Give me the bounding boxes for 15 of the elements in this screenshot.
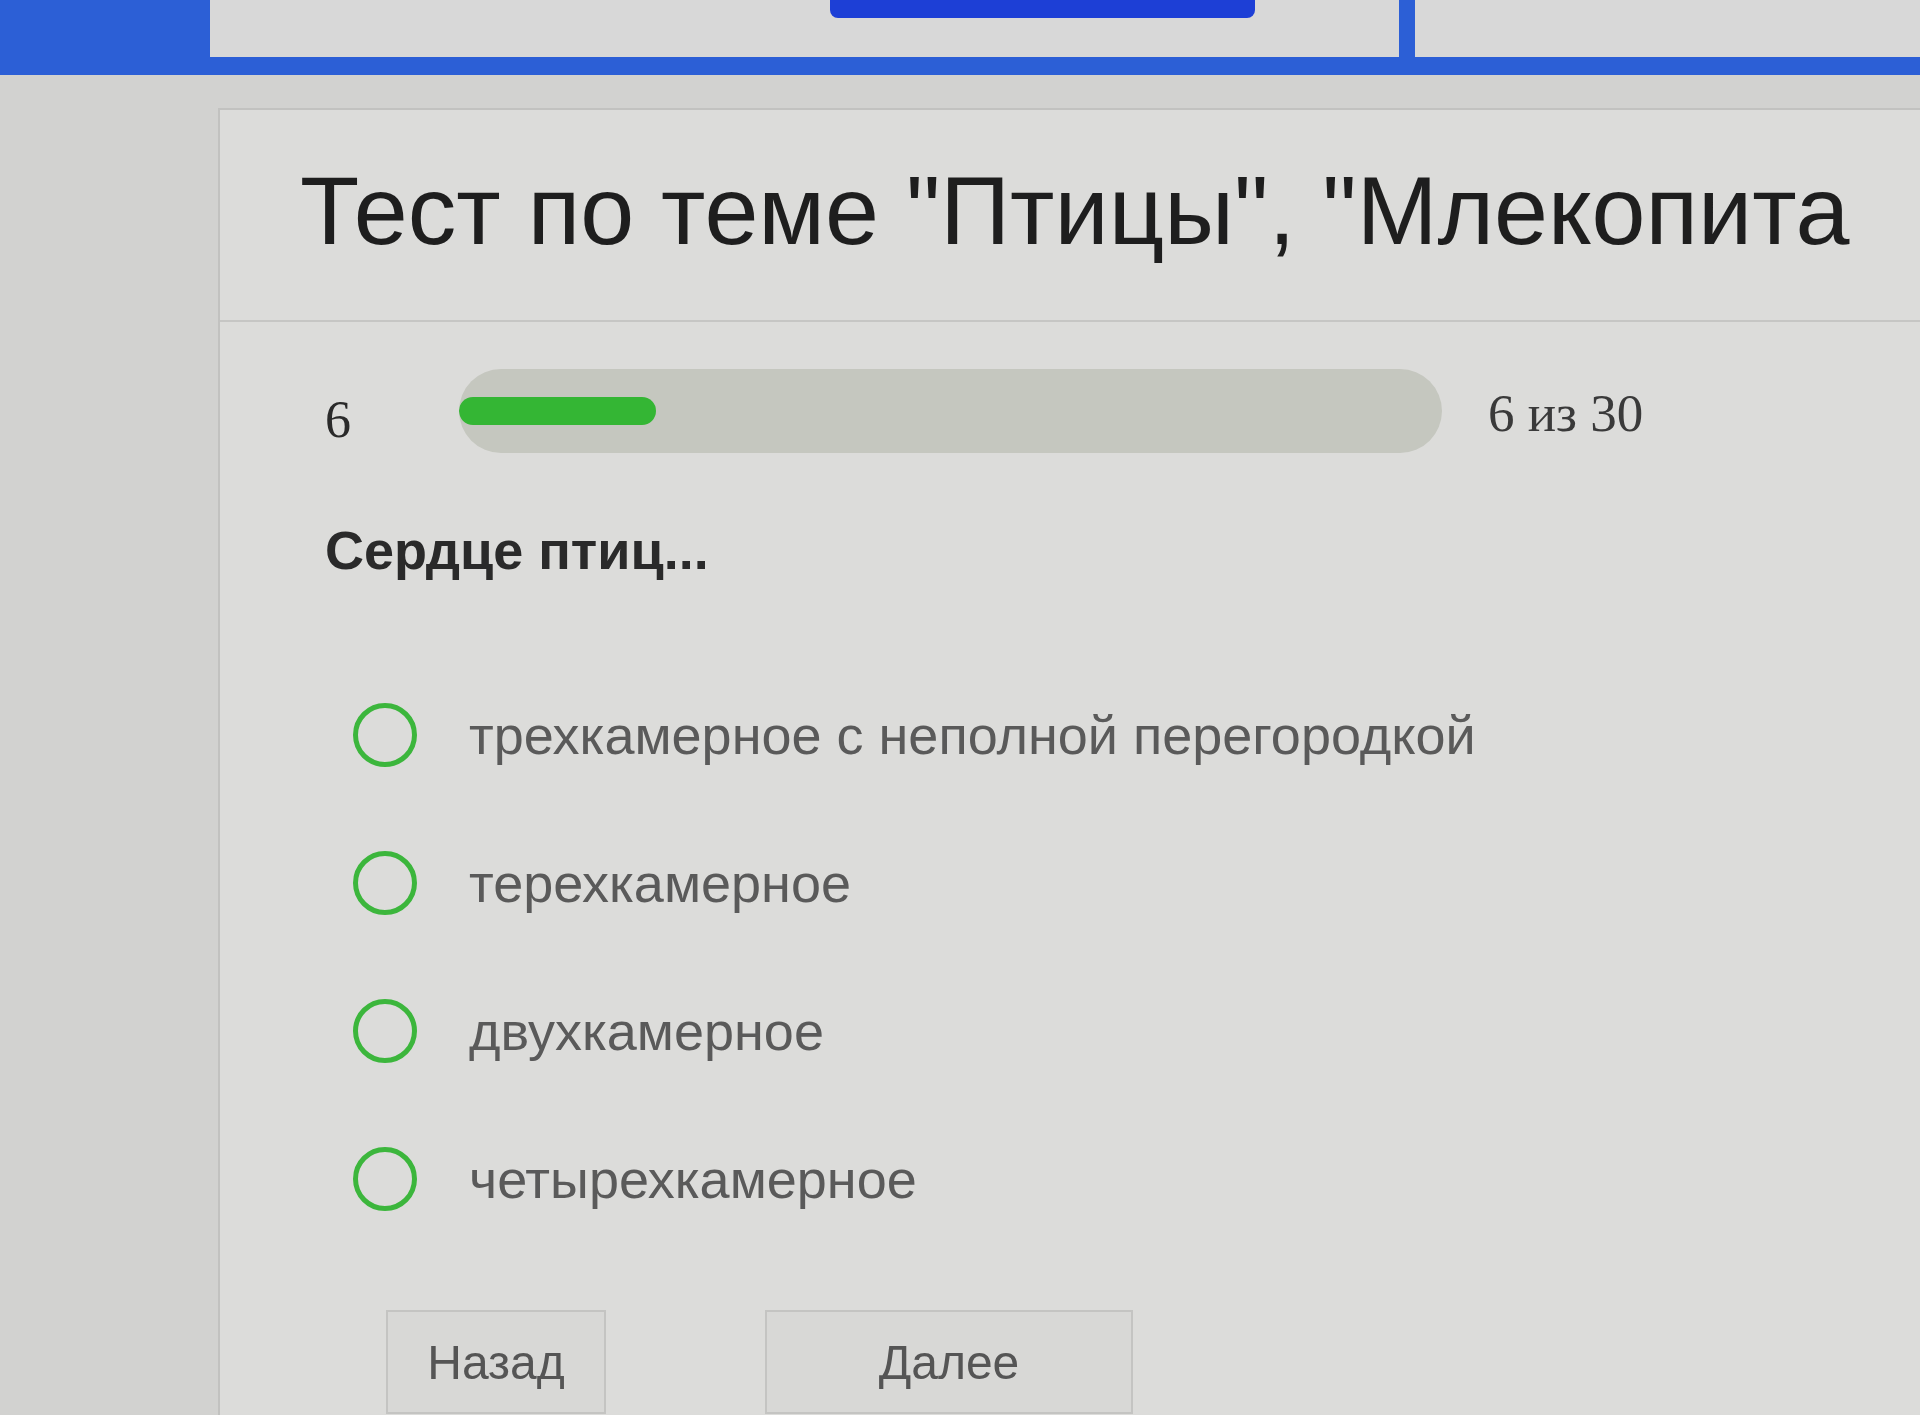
nav-button[interactable]: Назад bbox=[386, 1310, 606, 1414]
test-title: Тест по теме "Птицы", "Млекопита bbox=[300, 157, 1850, 265]
option-label[interactable]: трехкамерное с неполной перегородкой bbox=[469, 704, 1476, 766]
option-label[interactable]: двухкамерное bbox=[469, 1000, 824, 1062]
nav-button[interactable]: Далее bbox=[765, 1310, 1133, 1414]
progress-reading: 6 из 30 bbox=[1488, 383, 1644, 443]
radio-button[interactable] bbox=[353, 703, 417, 767]
header-button[interactable] bbox=[830, 0, 1255, 18]
radio-button[interactable] bbox=[353, 851, 417, 915]
option-label[interactable]: четырехкамерное bbox=[469, 1148, 917, 1210]
option-label[interactable]: терехкамерное bbox=[469, 852, 851, 914]
radio-button[interactable] bbox=[353, 999, 417, 1063]
question-number: 6 bbox=[325, 389, 352, 449]
question-text: Сердце птиц... bbox=[325, 519, 709, 581]
radio-button[interactable] bbox=[353, 1147, 417, 1211]
